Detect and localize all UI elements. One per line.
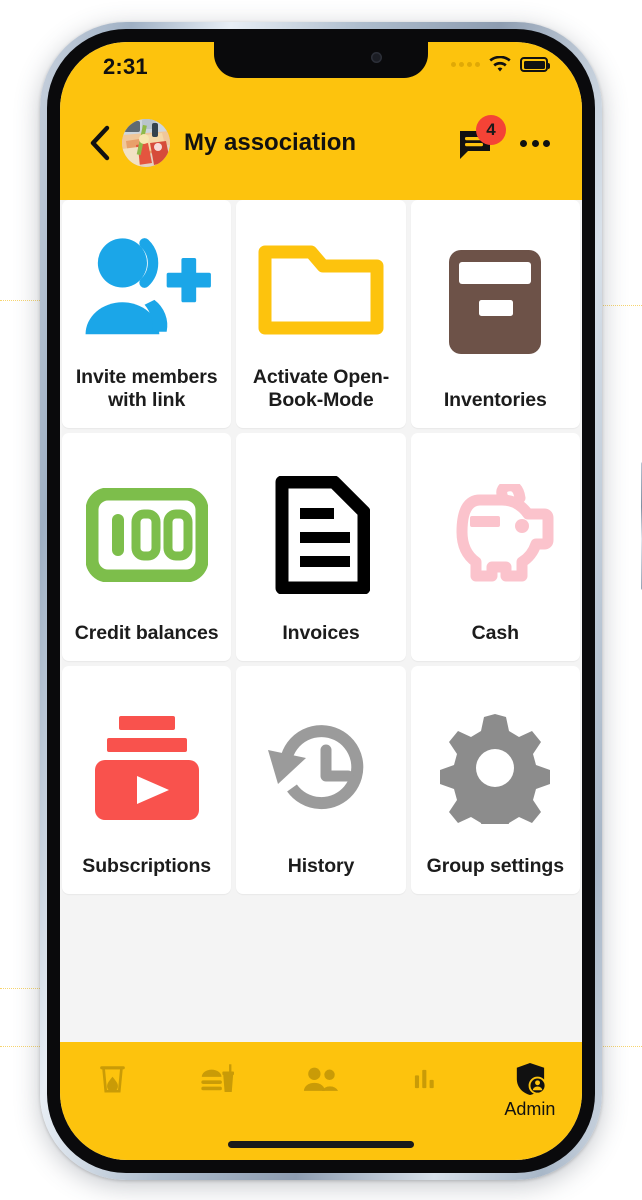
- tile-label: Subscriptions: [82, 855, 212, 877]
- drink-glass-icon: [99, 1060, 126, 1098]
- status-bar-clock: 2:31: [103, 54, 148, 79]
- tile-invoices[interactable]: Invoices: [236, 433, 406, 661]
- wifi-icon: [489, 55, 511, 73]
- chat-unread-badge: 4: [476, 115, 506, 145]
- bottom-navigation-bar: Admin: [60, 1042, 582, 1160]
- app-bar: My association 4: [60, 108, 582, 178]
- backdrop-guide-line: [0, 988, 40, 989]
- tile-label: Inventories: [443, 389, 547, 411]
- bar-chart-icon: [413, 1060, 437, 1098]
- nav-item-food[interactable]: [164, 1060, 268, 1100]
- tile-credit-balances[interactable]: Credit balances: [62, 433, 232, 661]
- group-avatar-photo[interactable]: [122, 119, 170, 167]
- document-lines-icon: [242, 447, 399, 622]
- people-icon: [303, 1060, 339, 1098]
- battery-full-icon: [520, 57, 550, 72]
- open-folder-icon: [242, 214, 399, 366]
- back-chevron-icon[interactable]: [86, 124, 114, 162]
- banknote-100-icon: [68, 447, 225, 622]
- tile-group-settings[interactable]: Group settings: [410, 666, 580, 894]
- nav-item-statistics[interactable]: [373, 1060, 477, 1100]
- app-header: 2:31 My association 4: [60, 42, 582, 200]
- signal-dots-icon: [451, 62, 480, 67]
- tile-label: Invoices: [282, 622, 360, 644]
- tile-label: Credit balances: [74, 622, 219, 644]
- status-bar-indicators: [451, 55, 550, 73]
- front-camera-icon: [371, 52, 382, 63]
- more-options-icon[interactable]: [518, 126, 552, 160]
- page-title: My association: [184, 129, 357, 156]
- person-add-icon: [68, 214, 225, 366]
- phone-device-frame: 2:31 My association 4 Invite members wit…: [40, 22, 642, 1180]
- gear-icon: [417, 680, 574, 855]
- tile-cash[interactable]: Cash: [410, 433, 580, 661]
- phone-screen: 2:31 My association 4 Invite members wit…: [60, 42, 582, 1160]
- chat-button[interactable]: 4: [458, 115, 506, 163]
- tile-label: Cash: [471, 622, 519, 644]
- subscriptions-play-icon: [68, 680, 225, 855]
- screenshot-canvas: 2:31 My association 4 Invite members wit…: [0, 0, 642, 1200]
- tile-invite-members[interactable]: Invite members with link: [62, 200, 232, 428]
- nav-item-label: Admin: [504, 1099, 556, 1119]
- display-notch: [214, 42, 428, 78]
- home-indicator[interactable]: [228, 1141, 414, 1148]
- tile-subscriptions[interactable]: Subscriptions: [62, 666, 232, 894]
- nav-item-members[interactable]: [269, 1060, 373, 1100]
- piggy-bank-icon: [417, 447, 574, 622]
- tile-history[interactable]: History: [236, 666, 406, 894]
- tile-open-book-mode[interactable]: Activate Open-Book-Mode: [236, 200, 406, 428]
- feature-grid: Invite members with link Activate Open-B…: [60, 200, 582, 894]
- admin-shield-icon: [514, 1060, 546, 1098]
- tile-inventories[interactable]: Inventories: [410, 200, 580, 428]
- food-meal-icon: [200, 1060, 234, 1098]
- content-area: Invite members with link Activate Open-B…: [60, 200, 582, 1042]
- tile-label: Group settings: [426, 855, 564, 877]
- archive-box-icon: [417, 214, 574, 389]
- nav-item-admin[interactable]: Admin: [478, 1060, 582, 1118]
- tile-label: Activate Open-Book-Mode: [252, 366, 390, 411]
- tile-label: Invite members with link: [75, 366, 218, 411]
- tile-label: History: [287, 855, 355, 877]
- phone-bezel: 2:31 My association 4 Invite members wit…: [47, 29, 595, 1173]
- history-clock-icon: [242, 680, 399, 855]
- nav-item-drinks[interactable]: [60, 1060, 164, 1100]
